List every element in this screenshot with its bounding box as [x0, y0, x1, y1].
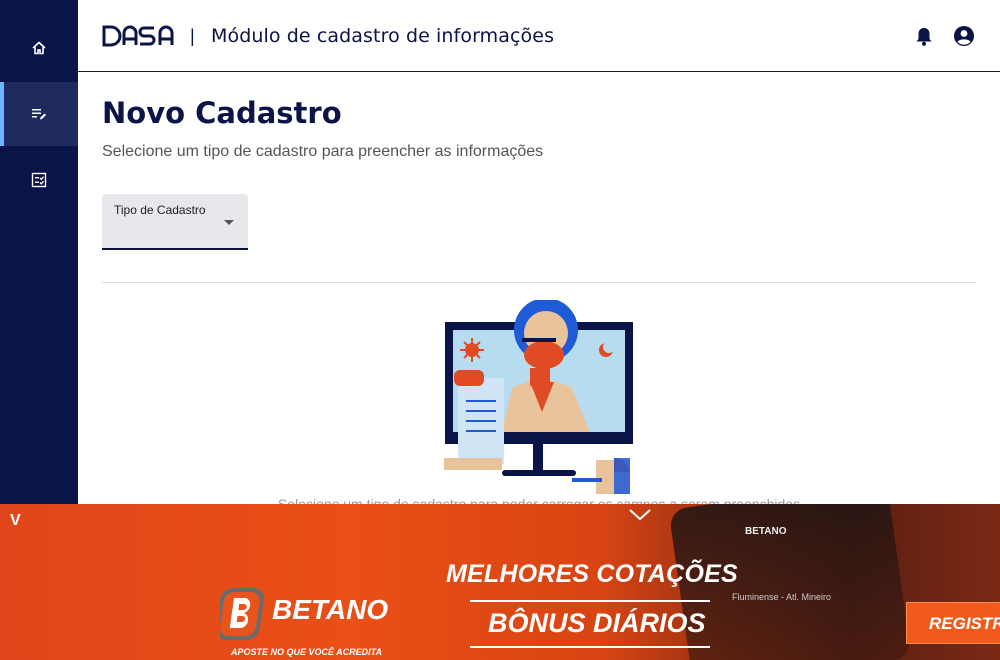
tipo-cadastro-select[interactable]: Tipo de Cadastro	[102, 194, 248, 250]
account-icon[interactable]	[952, 24, 976, 48]
ad-headline-1: MELHORES COTAÇÕES	[446, 560, 738, 588]
checklist-icon	[31, 172, 47, 188]
ad-banner[interactable]: BETANO Fluminense - Atl. Mineiro V MELHO…	[0, 504, 1000, 660]
page: | Módulo de cadastro de informações Novo…	[0, 0, 1000, 660]
doctor-monitor-illustration	[444, 300, 633, 494]
app-header: | Módulo de cadastro de informações	[78, 0, 1000, 72]
page-title: Novo Cadastro	[102, 96, 342, 130]
ad-rule	[470, 600, 710, 602]
ad-tagline: APOSTE NO QUE VOCÊ ACREDITA	[231, 647, 383, 657]
header-separator: |	[190, 26, 195, 46]
edit-list-icon	[32, 109, 46, 120]
chevron-down-icon[interactable]	[628, 508, 652, 522]
home-icon	[32, 41, 46, 55]
sidebar-item-home[interactable]	[0, 16, 78, 80]
dasa-logo[interactable]	[102, 25, 174, 47]
section-divider	[102, 282, 976, 283]
sidebar-item-checklist[interactable]	[0, 148, 78, 212]
ad-register-button[interactable]: REGISTRE	[906, 602, 1000, 644]
ad-badge[interactable]: V	[10, 512, 21, 530]
ad-phone-text: Fluminense - Atl. Mineiro	[732, 592, 832, 602]
ad-rule	[470, 646, 710, 648]
bell-icon[interactable]	[913, 25, 935, 47]
dropdown-arrow-icon	[224, 220, 234, 225]
ad-phone-brand: BETANO	[745, 526, 787, 537]
header-title: Módulo de cadastro de informações	[211, 25, 555, 47]
betano-logo-icon	[220, 588, 264, 640]
ad-brand: BETANO	[272, 594, 389, 625]
select-label: Tipo de Cadastro	[114, 203, 206, 217]
page-subtitle: Selecione um tipo de cadastro para preen…	[102, 143, 544, 160]
sidebar-item-cadastro[interactable]	[0, 82, 78, 146]
ad-headline-2: BÔNUS DIÁRIOS	[488, 608, 706, 638]
